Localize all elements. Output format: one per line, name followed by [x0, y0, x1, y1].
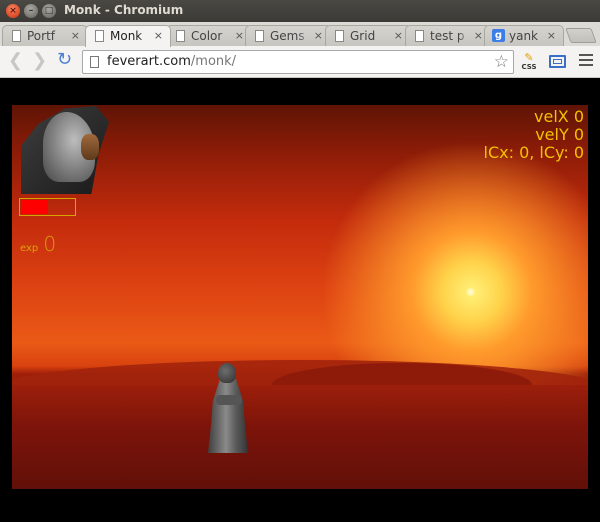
tab-test[interactable]: test p ×: [405, 25, 491, 46]
portrait-face: [81, 134, 99, 160]
exp-label: exp: [20, 243, 39, 254]
close-icon[interactable]: ×: [474, 29, 483, 42]
address-bar[interactable]: feverart.com/monk/ ☆: [82, 50, 514, 74]
tab-monk[interactable]: Monk ×: [85, 25, 171, 47]
close-icon[interactable]: ×: [235, 29, 244, 42]
tab-label: yank: [509, 29, 539, 43]
css-extension-label: CSS: [521, 63, 537, 71]
sun-glare-icon: ✺: [466, 286, 476, 299]
menu-icon[interactable]: [579, 54, 593, 69]
forward-icon[interactable]: ❯: [32, 52, 47, 70]
tab-label: Portf: [27, 29, 56, 43]
vel-y-readout: velY 0: [535, 125, 584, 144]
bookmark-star-icon[interactable]: ☆: [494, 52, 509, 72]
css-extension-icon[interactable]: ✎ CSS: [521, 52, 537, 72]
vel-x-readout: velX 0: [534, 107, 584, 126]
tab-label: test p: [430, 29, 465, 43]
tab-label: Monk: [110, 29, 143, 43]
tab-gems[interactable]: Gems ×: [245, 25, 331, 46]
monk-arms: [216, 395, 242, 405]
tab-grid[interactable]: Grid ×: [325, 25, 411, 46]
exp-value: 0: [43, 232, 57, 256]
url-path: /monk/: [190, 54, 237, 69]
close-icon[interactable]: ×: [547, 29, 556, 42]
window-maximize-button[interactable]: □: [42, 4, 56, 18]
tab-color[interactable]: Color ×: [166, 25, 252, 46]
desert-ground: [12, 385, 588, 489]
monk-character: [206, 363, 250, 455]
close-icon[interactable]: ×: [71, 29, 80, 42]
monk-portrait: [21, 106, 109, 194]
tab-label: Color: [191, 29, 223, 43]
tab-strip: Portf × Monk × Color × Gems × Grid × tes…: [0, 22, 600, 47]
url-host: feverart.com: [107, 54, 191, 69]
page-icon: [415, 30, 424, 42]
close-icon[interactable]: ×: [394, 29, 403, 42]
reload-icon[interactable]: ↻: [57, 51, 72, 69]
game-canvas[interactable]: ✺ exp 0 velX 0 velY 0 lCx: 0, lCy: 0: [12, 105, 588, 489]
back-icon[interactable]: ❮: [8, 52, 23, 70]
page-icon: [12, 30, 21, 42]
url-text[interactable]: feverart.com/monk/: [107, 54, 236, 69]
health-bar-fill: [21, 200, 48, 214]
new-tab-button[interactable]: [565, 28, 597, 43]
page-icon: [335, 30, 344, 42]
tab-label: Gems: [270, 29, 305, 43]
fullscreen-icon[interactable]: [549, 55, 566, 68]
close-icon[interactable]: ×: [314, 29, 323, 42]
window-title: Monk - Chromium: [64, 3, 184, 17]
tab-yank[interactable]: g yank ×: [484, 25, 564, 46]
page-content: ✺ exp 0 velX 0 velY 0 lCx: 0, lCy: 0: [0, 79, 600, 522]
page-icon: [95, 30, 104, 42]
window-titlebar: × – □ Monk - Chromium: [0, 0, 600, 22]
window-close-button[interactable]: ×: [6, 4, 20, 18]
cell-readout: lCx: 0, lCy: 0: [483, 143, 585, 162]
monk-head: [218, 363, 236, 383]
debug-stats: velX 0 velY 0 lCx: 0, lCy: 0: [484, 108, 585, 162]
tab-portfolio[interactable]: Portf ×: [2, 25, 88, 46]
tab-label: Grid: [350, 29, 376, 43]
page-icon: [90, 56, 99, 68]
exp-counter: exp 0: [20, 232, 56, 256]
google-icon: g: [492, 29, 505, 42]
page-icon: [255, 30, 264, 42]
window-minimize-button[interactable]: –: [24, 4, 38, 18]
health-bar: [19, 198, 76, 216]
pen-icon: ✎: [524, 51, 534, 64]
page-icon: [176, 30, 185, 42]
browser-toolbar: ❮ ❯ ↻ feverart.com/monk/ ☆ ✎ CSS: [0, 46, 600, 78]
monk-robe: [208, 379, 248, 453]
close-icon[interactable]: ×: [154, 29, 163, 42]
